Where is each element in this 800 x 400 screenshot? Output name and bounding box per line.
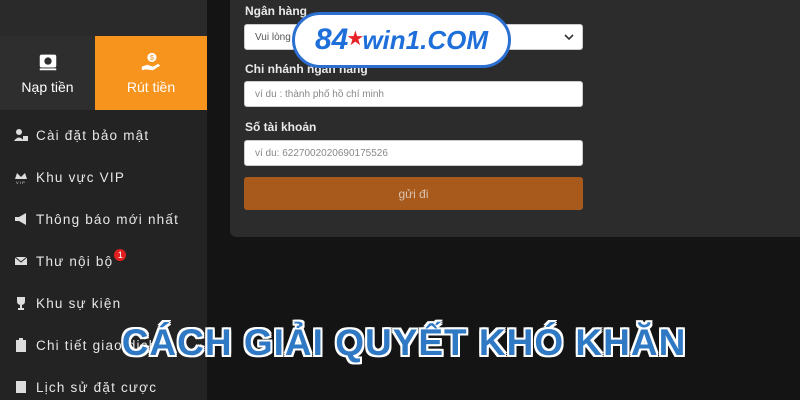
bank-label: Ngân hàng [245,4,307,18]
sidebar-item-announcements[interactable]: Thông báo mới nhất [0,198,207,240]
tab-withdraw-label: Rút tiền [126,79,176,95]
brand-logo: 84 ★ win1.COM [292,12,511,68]
svg-text:$: $ [150,53,154,62]
account-input[interactable]: ví du: 6227002020690175526 [244,140,583,166]
submit-button[interactable]: gửi đi [244,177,583,210]
unread-badge: 1 [114,249,127,261]
headline-banner: CÁCH GIẢI QUYẾT KHÓ KHĂN [121,322,687,363]
user-lock-icon [14,129,28,141]
account-label: Số tài khoản [245,120,317,134]
sidebar-item-label: Khu vực VIP [36,169,126,185]
tab-deposit-label: Nạp tiền [21,79,74,95]
vip-crown-icon: VIP [15,173,27,184]
sidebar-item-label: Lịch sử đặt cược [36,379,158,395]
sidebar-top-strip [0,0,207,36]
sidebar-item-label: Cài đặt bảo mật [36,127,150,143]
star-icon: ★ [346,27,365,50]
logo-number: 84 [315,23,349,56]
submit-button-label: gửi đi [398,186,429,201]
bank-select-value: Vui lòng [255,31,291,43]
sidebar-item-vip[interactable]: VIP Khu vực VIP [0,156,207,198]
sidebar-item-inbox[interactable]: Thư nội bộ 1 [0,240,207,282]
app-frame: Nạp tiền $ Rút tiền Cài đặt bảo mật VIP … [0,0,800,400]
megaphone-icon [15,213,26,225]
sidebar-item-label: Khu sự kiện [36,295,122,311]
account-placeholder: ví du: 6227002020690175526 [255,147,388,159]
tab-withdraw[interactable]: $ Rút tiền [95,36,207,110]
money-bag-icon [39,54,56,71]
envelope-icon [14,256,28,265]
sidebar-item-events[interactable]: Khu sự kiện [0,282,207,324]
document-icon [16,381,26,393]
logo-text: win1.COM [362,24,488,55]
clipboard-icon [16,338,26,352]
branch-input[interactable]: ví du : thành phố hồ chí minh [244,81,583,107]
sidebar-item-label: Thông báo mới nhất [36,211,180,227]
sidebar-item-security[interactable]: Cài đặt bảo mật [0,114,207,156]
sidebar-item-label: Thư nội bộ [36,253,114,269]
trophy-icon [17,297,25,310]
branch-placeholder: ví du : thành phố hồ chí minh [255,88,384,100]
chevron-down-icon [564,34,574,41]
hand-money-icon: $ [141,52,161,71]
tab-deposit[interactable]: Nạp tiền [0,36,95,110]
svg-text:VIP: VIP [16,180,26,184]
